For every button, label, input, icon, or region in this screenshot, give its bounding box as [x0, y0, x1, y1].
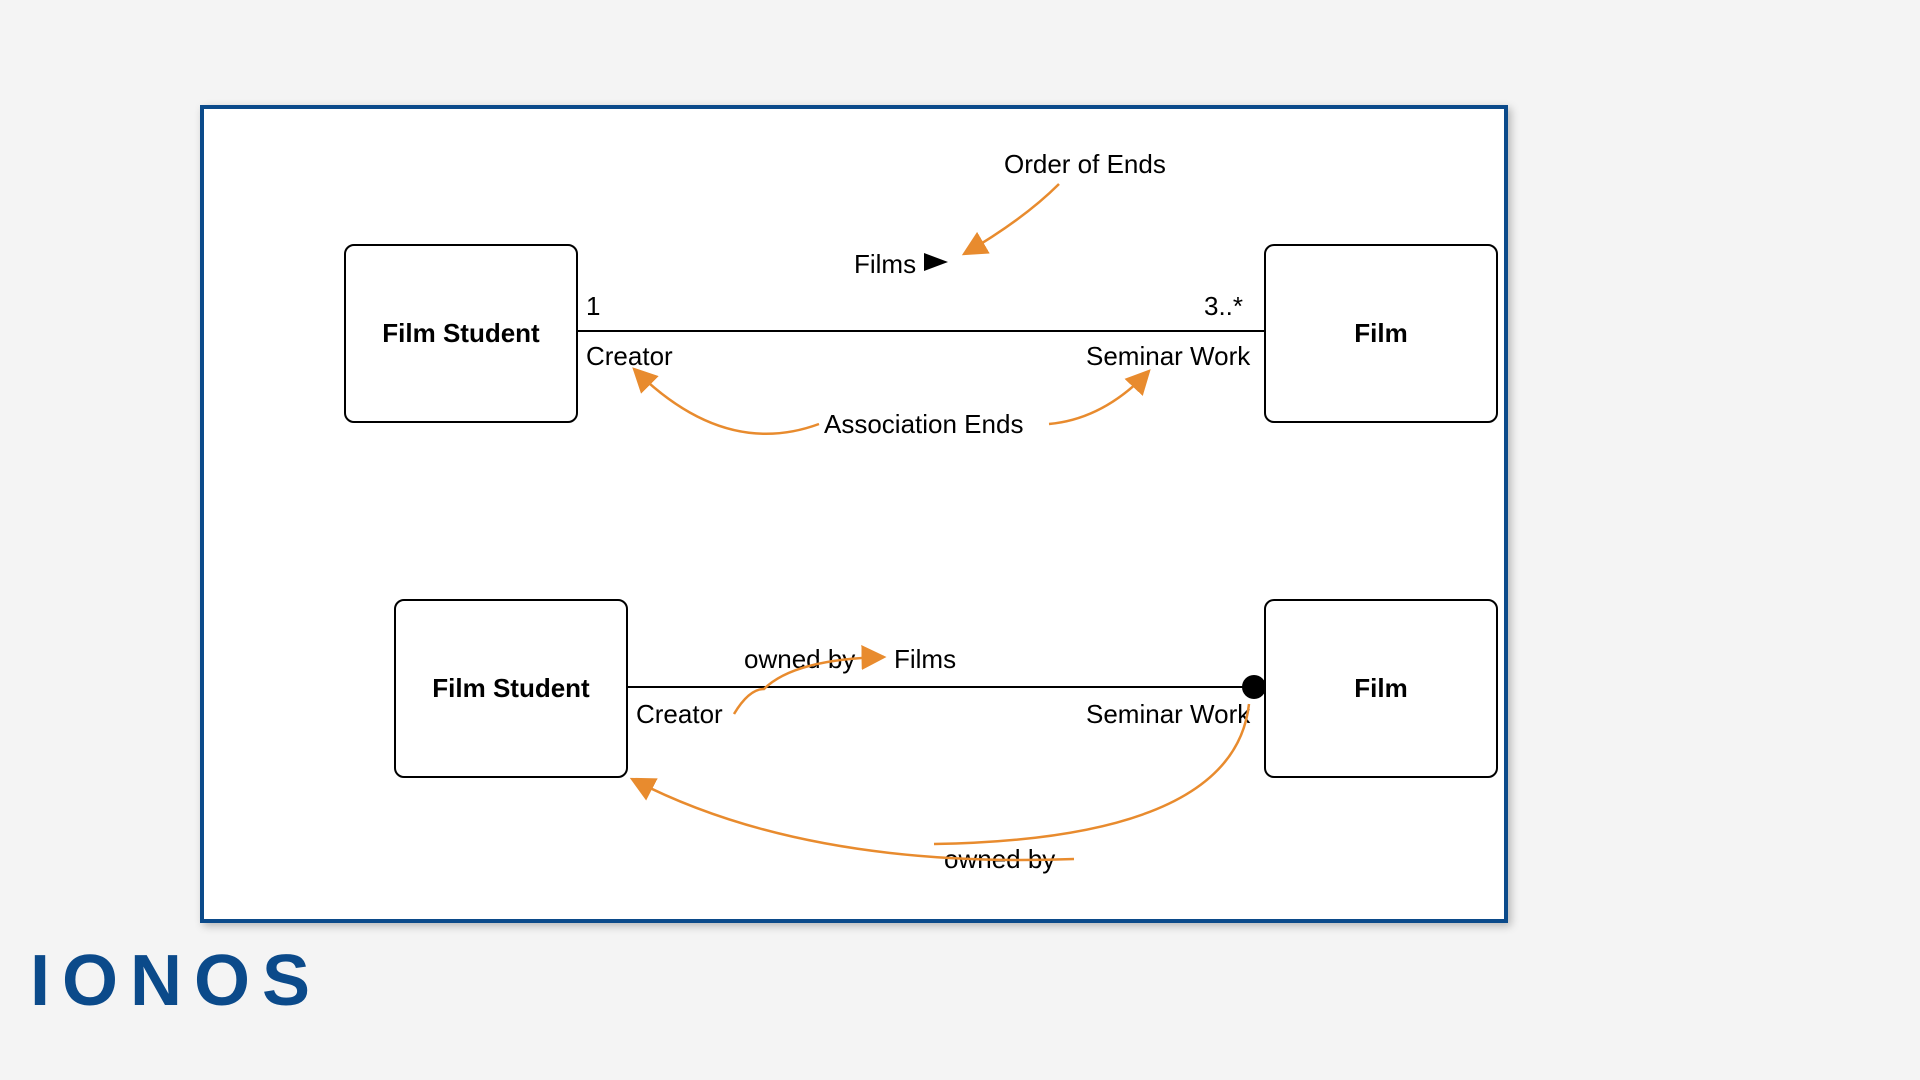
diagram-frame: Film Student Film 1 3..* Creator Seminar… — [200, 105, 1508, 923]
arrow-owned-by-bottom — [204, 109, 1504, 919]
brand-logo: IONOS — [30, 940, 322, 1022]
